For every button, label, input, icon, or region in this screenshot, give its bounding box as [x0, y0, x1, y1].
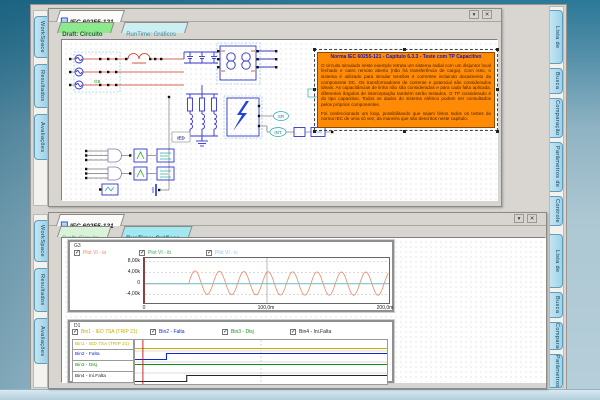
selection-handle[interactable] — [403, 130, 406, 133]
logic-row — [85, 148, 175, 163]
note-title: Norma IEC 60255-121 - Capítulo 6.3.3 - T… — [330, 54, 482, 60]
channel-label-bin4: Bin4 - Ini.Falta — [72, 372, 134, 383]
y-tick: 0 — [137, 280, 140, 286]
tab-runtime-graficos[interactable]: RunTime: Gráficos — [121, 22, 189, 38]
status-bar — [0, 389, 600, 400]
selection-handle[interactable] — [496, 48, 499, 51]
checkbox-plot-ia[interactable]: ✓ — [74, 250, 80, 256]
sidebar-tab-lista-constantes-2[interactable]: Lista de Constantes — [550, 234, 563, 288]
legend-bin3: Bin3 - Disj — [231, 329, 254, 335]
graphs-canvas[interactable]: G3 ✓ Plot VI - ia ✓ Plot VI - ib ✓ Plot … — [61, 237, 546, 385]
fault-block-icon — [226, 97, 261, 137]
channel-label-bin1: Bin1 - IED 7SA (TRIP 21) — [72, 339, 134, 350]
x-tick: 200,0m — [376, 305, 394, 311]
collapse-panel-button[interactable]: ▾ — [469, 10, 479, 19]
panel-circuit: IEC 60255-121 ▾ ✕ Draft: Circuito RunTim… — [48, 8, 502, 207]
selection-handle[interactable] — [496, 88, 499, 91]
battery-icon — [152, 184, 161, 196]
sidebar-tab-workspace[interactable]: WorkSpace — [34, 16, 47, 58]
transformer-icon — [217, 45, 278, 81]
ied-label: IED — [177, 135, 185, 140]
checkbox-bin2[interactable]: ✓ — [150, 329, 156, 335]
close-panel-button[interactable]: ✕ — [527, 214, 537, 223]
sidebar-tab-resultados-2[interactable]: Resultados — [34, 268, 47, 312]
legend-bin1: Bin1 - IED 7SA (TRIP 21) — [81, 329, 138, 335]
capacitor-bank-icon — [183, 51, 218, 64]
sidebar-tab-comparacao-2[interactable]: Comparação — [550, 322, 563, 350]
selection-handle[interactable] — [313, 88, 316, 91]
digital-plot-traces — [135, 340, 387, 384]
lightning-icon — [233, 101, 249, 131]
load-branches-icon — [186, 85, 218, 147]
line-impedance-icon — [127, 53, 151, 64]
tab-runtime-graficos[interactable]: RunTime: Gráficos — [121, 226, 193, 242]
legend-plot-ic: Plot VI - ic — [215, 250, 238, 256]
y-tick: 4,00k — [127, 269, 140, 275]
analog-plot-group: G3 ✓ Plot VI - ia ✓ Plot VI - ib ✓ Plot … — [68, 240, 394, 312]
sidebar-tab-parametros-ajuste[interactable]: Parâmetros de Ajuste — [550, 142, 563, 192]
note-body-1: O circuito simulado neste exemplo retrat… — [321, 62, 491, 107]
checkbox-bin1[interactable]: ✓ — [72, 329, 78, 335]
plot-group-id: G3 — [74, 243, 81, 249]
sidebar-tab-busca[interactable]: Busca — [550, 68, 563, 94]
digital-plot-group: D1 ✓ Bin1 - IED 7SA (TRIP 21) ✓ Bin2 - F… — [68, 320, 394, 385]
sidebar-tab-workspace-2[interactable]: WorkSpace — [34, 220, 47, 262]
sidebar-tab-avaliacoes[interactable]: Avaliações — [34, 114, 47, 160]
sidebar-tab-comparacao[interactable]: Comparação — [550, 98, 563, 138]
analog-plot-area[interactable] — [143, 257, 390, 304]
legend-bin2: Bin2 - Falta — [159, 329, 185, 335]
selection-handle[interactable] — [496, 130, 499, 133]
checkbox-plot-ib[interactable]: ✓ — [139, 250, 145, 256]
note-body-2: Foi confeccionado um loop, possibilitand… — [321, 110, 491, 122]
checkbox-bin3[interactable]: ✓ — [222, 329, 228, 335]
tab-draft-circuito[interactable]: Draft: Circuito — [57, 226, 112, 242]
close-panel-button[interactable]: ✕ — [482, 10, 492, 19]
legend-plot-ib: Plot VI - ib — [148, 250, 172, 256]
selection-handle[interactable] — [313, 48, 316, 51]
and-gate-icon — [107, 148, 122, 163]
schematic-canvas[interactable]: .sel{fill:none;stroke:#6fc0cf;stroke-wid… — [61, 39, 499, 201]
sidebar-tab-resultados[interactable]: Resultados — [34, 64, 47, 108]
x-tick: 0 — [142, 305, 146, 311]
ground-icon — [196, 140, 208, 147]
sidebar-tab-avaliacoes-2[interactable]: Avaliações — [34, 318, 47, 364]
sidebar-tab-busca-2[interactable]: Busca — [550, 292, 563, 318]
scope-icon — [99, 183, 119, 196]
sidebar-tab-controle[interactable]: Controle — [550, 196, 563, 226]
sr-label: SR — [278, 114, 285, 119]
view-tab-row: Draft: Circuito RunTime: Gráficos — [49, 225, 546, 242]
sidebar-tab-lista-constantes[interactable]: Lista de Constantes — [550, 10, 563, 64]
checkbox-bin4[interactable]: ✓ — [290, 329, 296, 335]
ac-source-icons — [69, 54, 84, 90]
gb-label: GB — [94, 79, 101, 84]
y-tick: -4,00k — [126, 291, 140, 297]
panel-graphs: IEC 60255-121 ▾ ✕ Draft: Circuito RunTim… — [48, 212, 547, 389]
sidebar-tab-parametros-ajuste-2[interactable]: Parâmetros de Ajuste — [550, 354, 563, 388]
x-tick: 100,0m — [257, 305, 275, 311]
digital-plot-area[interactable] — [134, 339, 388, 385]
tab-draft-circuito[interactable]: Draft: Circuito — [57, 22, 115, 38]
analog-plot-traces — [145, 258, 389, 303]
selection-handle[interactable] — [403, 48, 406, 51]
selection-handle[interactable] — [313, 130, 316, 133]
channel-label-bin3: Bin3 - Disj — [72, 361, 134, 372]
annotation-note[interactable]: Norma IEC 60255-121 - Capítulo 6.3.3 - T… — [314, 49, 498, 131]
int-label: INT — [274, 130, 282, 135]
channel-label-bin2: Bin2 - Falta — [72, 350, 134, 361]
collapse-panel-button[interactable]: ▾ — [514, 214, 524, 223]
legend-plot-ia: Plot VI - ia — [83, 250, 107, 256]
legend-bin4: Bin4 - Ini.Falta — [299, 329, 332, 335]
view-tab-row: Draft: Circuito RunTime: Gráficos — [49, 21, 501, 38]
y-tick: 8,00k — [127, 258, 140, 264]
checkbox-plot-ic[interactable]: ✓ — [206, 250, 212, 256]
desktop: { "icons":{"check":"✓","collapse":"▾","c… — [0, 0, 600, 400]
